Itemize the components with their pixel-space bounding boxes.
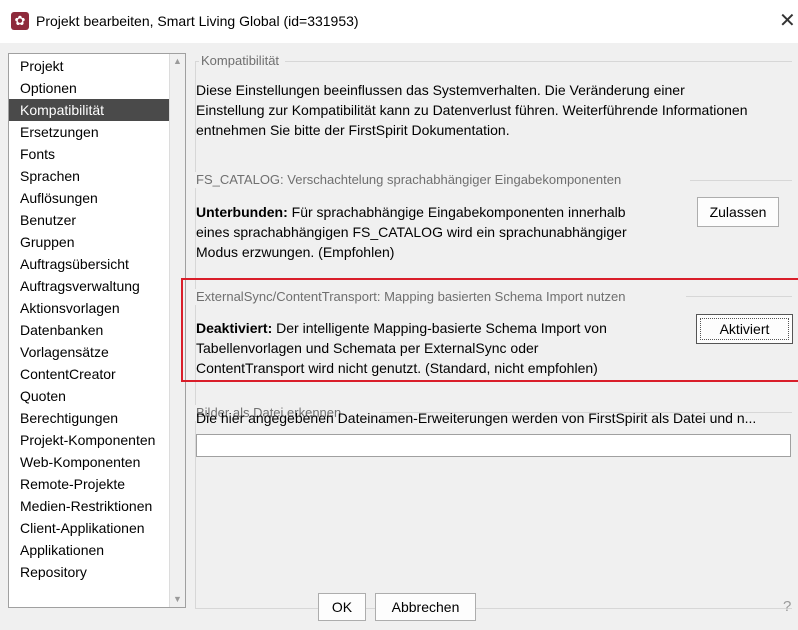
zulassen-button[interactable]: Zulassen [697,197,779,227]
sidebar-item-repository[interactable]: Repository [9,561,172,583]
sidebar-item-medien-restriktionen[interactable]: Medien-Restriktionen [9,495,172,517]
sidebar-item-aktionsvorlagen[interactable]: Aktionsvorlagen [9,297,172,319]
sidebar-item-auflösungen[interactable]: Auflösungen [9,187,172,209]
fs-catalog-line: Für sprachabhängige Eingabekomponenten i… [287,204,626,220]
file-extensions-input[interactable] [196,434,791,457]
fs-catalog-text: Unterbunden: Für sprachabhängige Eingabe… [196,202,627,262]
window-title: Projekt bearbeiten, Smart Living Global … [36,13,359,29]
compat-legend: Kompatibilität [199,53,284,69]
fs-catalog-rule [690,180,792,181]
cancel-button[interactable]: Abbrechen [375,593,476,621]
sidebar-item-optionen[interactable]: Optionen [9,77,172,99]
images-description: Die hier angegebenen Dateinamen-Erweiter… [196,410,757,426]
intro-text: Diese Einstellungen beeinflussen das Sys… [196,80,748,140]
sidebar-item-remote-projekte[interactable]: Remote-Projekte [9,473,172,495]
scroll-up-icon[interactable]: ▲ [170,54,185,69]
scroll-down-icon[interactable]: ▼ [170,592,185,607]
help-icon[interactable]: ? [783,598,791,615]
gear-icon: ✿ [11,12,29,30]
sidebar-item-client-applikationen[interactable]: Client-Applikationen [9,517,172,539]
intro-line: entnehmen Sie bitte der FirstSpirit Doku… [196,122,510,138]
sidebar-item-quoten[interactable]: Quoten [9,385,172,407]
sidebar-item-benutzer[interactable]: Benutzer [9,209,172,231]
external-sync-line: Tabellenvorlagen und Schemata per Extern… [196,340,539,356]
fs-catalog-legend: FS_CATALOG: Verschachtelung sprachabhäng… [194,172,626,188]
sidebar-item-ersetzungen[interactable]: Ersetzungen [9,121,172,143]
aktiviert-button[interactable]: Aktiviert [696,314,793,344]
sidebar-item-applikationen[interactable]: Applikationen [9,539,172,561]
ok-button[interactable]: OK [318,593,366,621]
sidebar-item-auftragsübersicht[interactable]: Auftragsübersicht [9,253,172,275]
sidebar-item-datenbanken[interactable]: Datenbanken [9,319,172,341]
category-list: Projekt Optionen Kompatibilität Ersetzungen… [8,53,186,608]
sidebar-item-kompatibilität[interactable]: Kompatibilität [9,99,172,121]
fs-catalog-line: eines sprachabhängigen FS_CATALOG wird e… [196,224,627,240]
category-items: Projekt Optionen Kompatibilität Ersetzungen… [9,54,172,583]
external-sync-status: Deaktiviert: [196,320,273,336]
fs-catalog-status: Unterbunden: [196,204,288,220]
external-sync-text: Deaktiviert: Der intelligente Mapping-ba… [196,318,607,378]
external-sync-legend: ExternalSync/ContentTransport: Mapping b… [194,289,630,305]
close-icon[interactable]: ✕ [779,9,798,33]
sidebar-item-sprachen[interactable]: Sprachen [9,165,172,187]
external-sync-rule [686,296,792,297]
sidebar-item-gruppen[interactable]: Gruppen [9,231,172,253]
intro-line: Diese Einstellungen beeinflussen das Sys… [196,82,685,98]
sidebar-item-contentcreator[interactable]: ContentCreator [9,363,172,385]
fs-catalog-line: Modus erzwungen. (Empfohlen) [196,244,395,260]
group-border-bottom [195,608,792,609]
sidebar-item-projekt-komponenten[interactable]: Projekt-Komponenten [9,429,172,451]
external-sync-line: Der intelligente Mapping-basierte Schema… [272,320,607,336]
intro-line: Einstellung zur Kompatibilität kann zu D… [196,102,748,118]
sidebar-item-berechtigungen[interactable]: Berechtigungen [9,407,172,429]
group-border-top-right [285,61,792,62]
title-bar: ✿ Projekt bearbeiten, Smart Living Globa… [0,0,798,43]
sidebar-item-projekt[interactable]: Projekt [9,55,172,77]
sidebar-item-web-komponenten[interactable]: Web-Komponenten [9,451,172,473]
sidebar-item-fonts[interactable]: Fonts [9,143,172,165]
external-sync-line: ContentTransport wird nicht genutzt. (St… [196,360,598,376]
aktiviert-button-label: Aktiviert [700,318,789,340]
sidebar-item-auftragsverwaltung[interactable]: Auftragsverwaltung [9,275,172,297]
sidebar-item-vorlagensätze[interactable]: Vorlagensätze [9,341,172,363]
